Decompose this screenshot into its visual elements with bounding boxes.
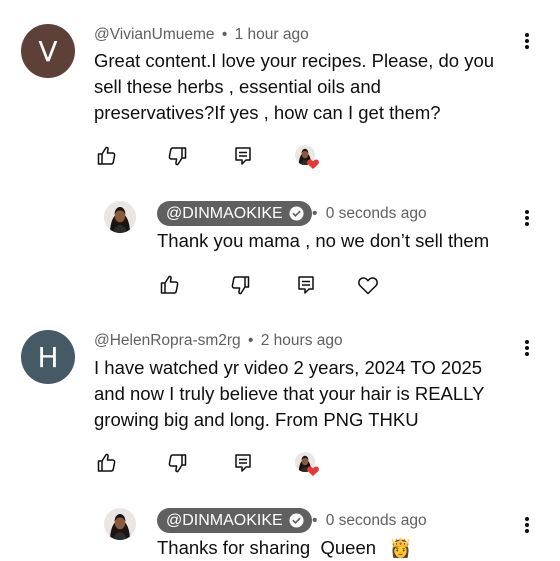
- kebab-menu-icon[interactable]: [520, 337, 534, 359]
- kebab-menu-icon[interactable]: [520, 514, 534, 536]
- comment-meta: @HelenRopra-sm2rg • 2 hours ago: [94, 332, 343, 350]
- comment-time[interactable]: 2 hours ago: [261, 332, 343, 349]
- reply-text-content: Thanks for sharing Queen: [157, 537, 377, 558]
- reply-text: Thanks for sharing Queen 👸: [157, 535, 412, 561]
- thumbs-up-icon[interactable]: [94, 451, 118, 475]
- comment-text-line: and now I truly believe that your hair i…: [94, 383, 485, 404]
- reply-icon[interactable]: [231, 451, 255, 475]
- thumbs-down-icon[interactable]: [166, 451, 190, 475]
- avatar[interactable]: H: [21, 330, 75, 384]
- reply-author: @DINMAOKIKE: [166, 511, 283, 529]
- comment-author[interactable]: @HelenRopra-sm2rg: [94, 332, 241, 349]
- reply-time[interactable]: 0 seconds ago: [326, 512, 427, 529]
- creator-avatar[interactable]: [104, 508, 136, 540]
- creator-badge-chip[interactable]: @DINMAOKIKE: [157, 508, 312, 533]
- meta-separator: •: [312, 512, 318, 529]
- comment-actions: [94, 451, 334, 477]
- meta-separator: •: [248, 332, 254, 349]
- queen-emoji: 👸: [389, 537, 413, 558]
- comment-text-line: I have watched yr video 2 years, 2024 TO…: [94, 357, 483, 378]
- reply-meta: • 0 seconds ago: [312, 512, 427, 530]
- comment-text: I have watched yr video 2 years, 2024 TO…: [94, 355, 484, 433]
- verified-check-icon: [289, 513, 304, 528]
- comment-text-line: growing big and long. From PNG THKU: [94, 409, 419, 430]
- comment-thread: H @HelenRopra-sm2rg • 2 hours ago I have…: [0, 0, 560, 560]
- creator-heart-icon[interactable]: [294, 451, 320, 477]
